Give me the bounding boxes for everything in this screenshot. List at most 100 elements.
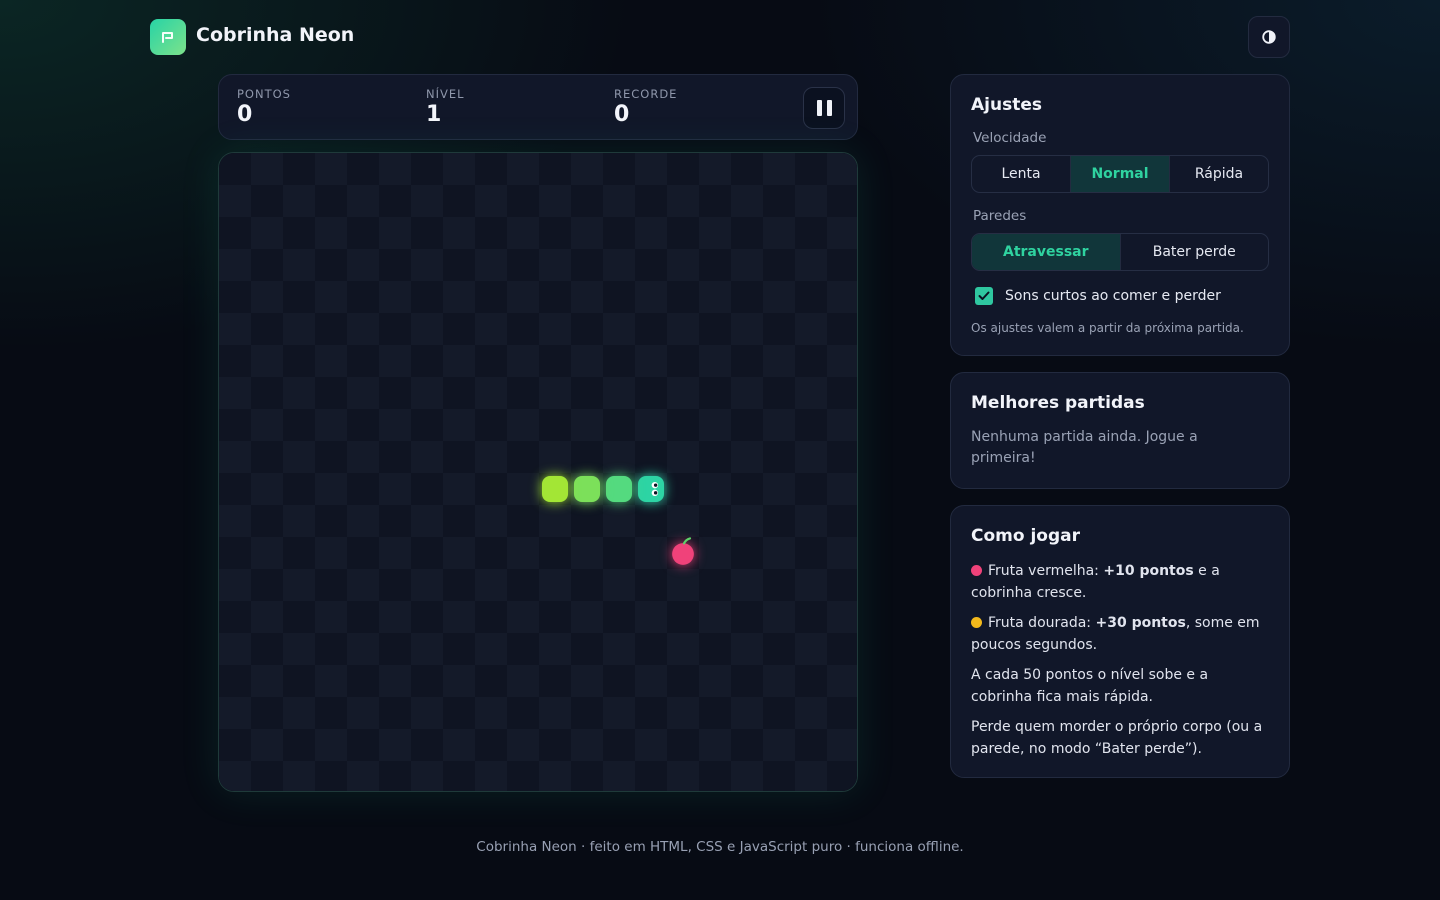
snake-segment <box>606 476 632 502</box>
board-cell <box>347 633 379 665</box>
board-cell <box>443 665 475 697</box>
howto-level-text: A cada 50 pontos o nível sobe e a cobrin… <box>971 667 1209 705</box>
howto-red-fruit: Fruta vermelha: +10 pontos e a cobrinha … <box>971 560 1271 604</box>
board-cell <box>315 281 347 313</box>
board-cell <box>283 569 315 601</box>
board-cell <box>411 185 443 217</box>
board-cell <box>635 537 667 569</box>
board-cell <box>443 473 475 505</box>
board-cell <box>731 505 763 537</box>
board-cell <box>763 665 795 697</box>
board-cell <box>571 153 603 185</box>
board-cell <box>475 761 507 791</box>
board-cell <box>507 345 539 377</box>
red-fruit-icon <box>971 565 982 576</box>
snake-segment <box>574 476 600 502</box>
sound-checkbox[interactable] <box>975 287 993 305</box>
board-cell <box>763 345 795 377</box>
board-cell <box>475 441 507 473</box>
game-canvas[interactable] <box>219 153 858 792</box>
board-cell <box>827 537 857 569</box>
pause-button[interactable] <box>803 87 845 129</box>
board-cell <box>283 505 315 537</box>
speed-option-normal[interactable]: Normal <box>1070 156 1169 192</box>
board-cell <box>475 313 507 345</box>
board-cell <box>667 505 699 537</box>
how-to-play-card: Como jogar Fruta vermelha: +10 pontos e … <box>950 505 1290 778</box>
board-cell <box>315 729 347 761</box>
board-cell <box>827 345 857 377</box>
board-cell <box>539 441 571 473</box>
game-board[interactable] <box>218 152 858 792</box>
checkmark-icon <box>978 291 990 300</box>
board-cell <box>283 185 315 217</box>
board-cell <box>347 569 379 601</box>
board-cell <box>667 697 699 729</box>
board-cell <box>251 345 283 377</box>
board-cell <box>603 633 635 665</box>
board-cell <box>219 633 251 665</box>
board-cell <box>667 249 699 281</box>
board-cell <box>507 601 539 633</box>
board-cell <box>571 409 603 441</box>
speed-option-lenta[interactable]: Lenta <box>972 156 1070 192</box>
board-cell <box>411 633 443 665</box>
board-cell <box>603 185 635 217</box>
board-cell <box>443 153 475 185</box>
board-cell <box>539 569 571 601</box>
board-cell <box>731 569 763 601</box>
header: Cobrinha Neon <box>150 16 1290 58</box>
board-cell <box>539 377 571 409</box>
board-cell <box>475 377 507 409</box>
speed-option-rapida[interactable]: Rápida <box>1169 156 1268 192</box>
board-cell <box>763 473 795 505</box>
board-cell <box>635 153 667 185</box>
board-cell <box>635 729 667 761</box>
board-cell <box>827 153 857 185</box>
board-cell <box>411 377 443 409</box>
walls-label: Paredes <box>973 208 1027 224</box>
board-cell <box>667 377 699 409</box>
board-cell <box>731 185 763 217</box>
board-cell <box>347 249 379 281</box>
board-cell <box>283 313 315 345</box>
board-cell <box>507 281 539 313</box>
theme-toggle-button[interactable] <box>1248 16 1290 58</box>
board-cell <box>667 441 699 473</box>
board-cell <box>539 697 571 729</box>
board-cell <box>507 409 539 441</box>
walls-option-bater-perde[interactable]: Bater perde <box>1119 234 1269 270</box>
gold-fruit-icon <box>971 617 982 628</box>
board-cell <box>763 537 795 569</box>
board-cell <box>507 537 539 569</box>
board-cell <box>603 761 635 791</box>
level-value: 1 <box>426 102 442 127</box>
board-cell <box>251 409 283 441</box>
board-cell <box>379 153 411 185</box>
board-cell <box>635 601 667 633</box>
board-cell <box>635 345 667 377</box>
settings-title: Ajustes <box>971 95 1042 115</box>
settings-note: Os ajustes valem a partir da próxima par… <box>971 321 1244 335</box>
walls-selector[interactable]: Atravessar Bater perde <box>971 233 1269 271</box>
board-cell <box>283 377 315 409</box>
footer-text: Cobrinha Neon · feito em HTML, CSS e Jav… <box>476 839 964 855</box>
walls-option-atravessar[interactable]: Atravessar <box>972 234 1120 270</box>
pause-icon-bar-left <box>816 100 822 116</box>
board-cell <box>571 601 603 633</box>
board-cell <box>475 249 507 281</box>
board-cell <box>443 281 475 313</box>
board-cell <box>667 313 699 345</box>
speed-selector[interactable]: Lenta Normal Rápida <box>971 155 1269 193</box>
board-cell <box>603 441 635 473</box>
board-cell <box>603 377 635 409</box>
settings-card: Ajustes Velocidade Lenta Normal Rápida P… <box>950 74 1290 356</box>
board-cell <box>283 249 315 281</box>
sound-toggle[interactable]: Sons curtos ao comer e perder <box>975 287 1221 305</box>
board-cell <box>827 729 857 761</box>
pause-icon-bar-right <box>826 100 832 116</box>
board-cell <box>315 537 347 569</box>
board-cell <box>763 601 795 633</box>
best-title: Melhores partidas <box>971 393 1145 413</box>
red-fruit-label: Fruta vermelha: <box>988 563 1104 579</box>
